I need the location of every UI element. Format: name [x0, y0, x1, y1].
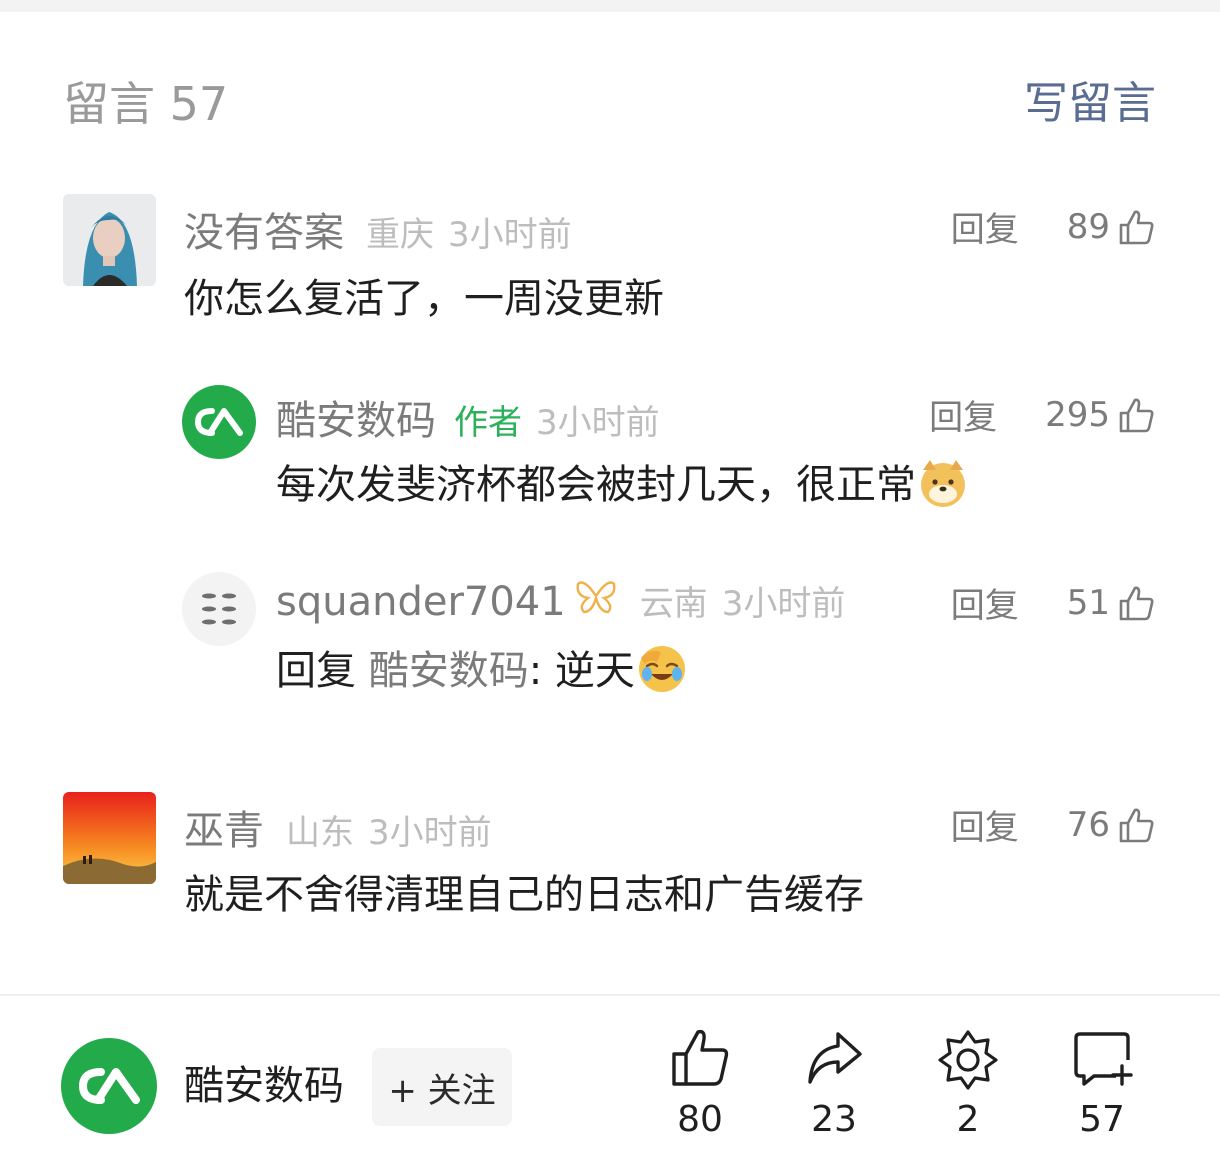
avatar[interactable]: [63, 792, 156, 884]
like-count: 51: [1066, 582, 1110, 623]
thumbs-up-icon[interactable]: [1116, 207, 1156, 247]
thumbs-up-icon[interactable]: [1116, 395, 1156, 435]
location: 山东: [286, 813, 354, 853]
avatar[interactable]: [182, 385, 256, 459]
comment-action[interactable]: 57: [1052, 1026, 1152, 1142]
location: 重庆: [366, 215, 434, 255]
timestamp: 3小时前: [368, 813, 492, 853]
comment-meta: squander7041 云南 3小时前: [276, 576, 845, 626]
favorite-count: 2: [956, 1099, 980, 1140]
reply-button[interactable]: 回复: [929, 390, 997, 439]
comment-actions: 回复 76: [951, 800, 1156, 849]
bottom-action-bar: 酷安数码 + 关注 80 23 2 57: [0, 994, 1220, 1176]
comment-actions: 回复 295: [929, 390, 1156, 439]
share-arrow-icon: [808, 1032, 862, 1084]
write-comment-button[interactable]: 写留言: [1024, 76, 1156, 132]
timestamp: 3小时前: [721, 584, 846, 624]
commenter-name[interactable]: 没有答案: [184, 200, 344, 258]
location: 云南: [639, 584, 708, 624]
commenter-name[interactable]: squander7041: [276, 579, 566, 625]
account-avatar[interactable]: [61, 1038, 157, 1134]
comment-meta: 巫青 山东 3小时前: [184, 798, 492, 856]
follow-button[interactable]: + 关注: [372, 1048, 512, 1126]
comment-text-row: 每次发斐济杯都会被封几天，很正常: [276, 458, 970, 512]
comment-actions: 回复 89: [951, 202, 1156, 251]
account-name[interactable]: 酷安数码: [184, 1058, 344, 1114]
comment-meta: 酷安数码 作者 3小时前: [276, 388, 660, 446]
reply-prefix: 回复: [276, 648, 356, 694]
comment-text: 你怎么复活了，一周没更新: [184, 276, 664, 322]
comment-text-row: 回复 酷安数码: 逆天: [276, 644, 689, 698]
comment-count: 57: [1079, 1099, 1125, 1140]
timestamp: 3小时前: [448, 215, 572, 255]
comment-actions: 回复 51: [951, 578, 1156, 627]
face-palm-emoji-icon: [635, 642, 689, 696]
timestamp: 3小时前: [536, 403, 660, 443]
like-action[interactable]: 80: [650, 1026, 750, 1142]
like-count: 295: [1045, 394, 1110, 435]
avatar[interactable]: [63, 194, 156, 286]
comment-text: 就是不舍得清理自己的日志和广告缓存: [184, 872, 864, 918]
favorite-action[interactable]: 2: [918, 1026, 1018, 1142]
reply-button[interactable]: 回复: [951, 578, 1019, 627]
comment-meta: 没有答案 重庆 3小时前: [184, 200, 572, 258]
like-count: 80: [677, 1099, 723, 1140]
comments-count-title: 留言 57: [63, 77, 229, 131]
share-count: 23: [811, 1099, 857, 1140]
thumbs-up-icon[interactable]: [1116, 583, 1156, 623]
star-icon: [938, 1030, 998, 1090]
share-action[interactable]: 23: [784, 1026, 884, 1142]
reply-button[interactable]: 回复: [951, 800, 1019, 849]
commenter-name[interactable]: 巫青: [184, 798, 264, 856]
butterfly-badge-icon: [574, 576, 618, 626]
thumbs-up-icon: [672, 1029, 729, 1086]
like-count: 76: [1066, 804, 1110, 845]
author-tag: 作者: [454, 403, 522, 443]
top-band: [0, 0, 1220, 12]
comment-add-icon: [1074, 1032, 1133, 1086]
thumbs-up-icon[interactable]: [1116, 805, 1156, 845]
like-count: 89: [1066, 206, 1110, 247]
comment-text: : 逆天: [528, 648, 635, 694]
avatar[interactable]: [182, 572, 256, 646]
comment-text: 每次发斐济杯都会被封几天，很正常: [276, 462, 916, 508]
doge-emoji-icon: [916, 456, 970, 510]
reply-target[interactable]: 酷安数码: [369, 648, 529, 694]
reply-button[interactable]: 回复: [951, 202, 1019, 251]
commenter-name[interactable]: 酷安数码: [276, 388, 436, 446]
